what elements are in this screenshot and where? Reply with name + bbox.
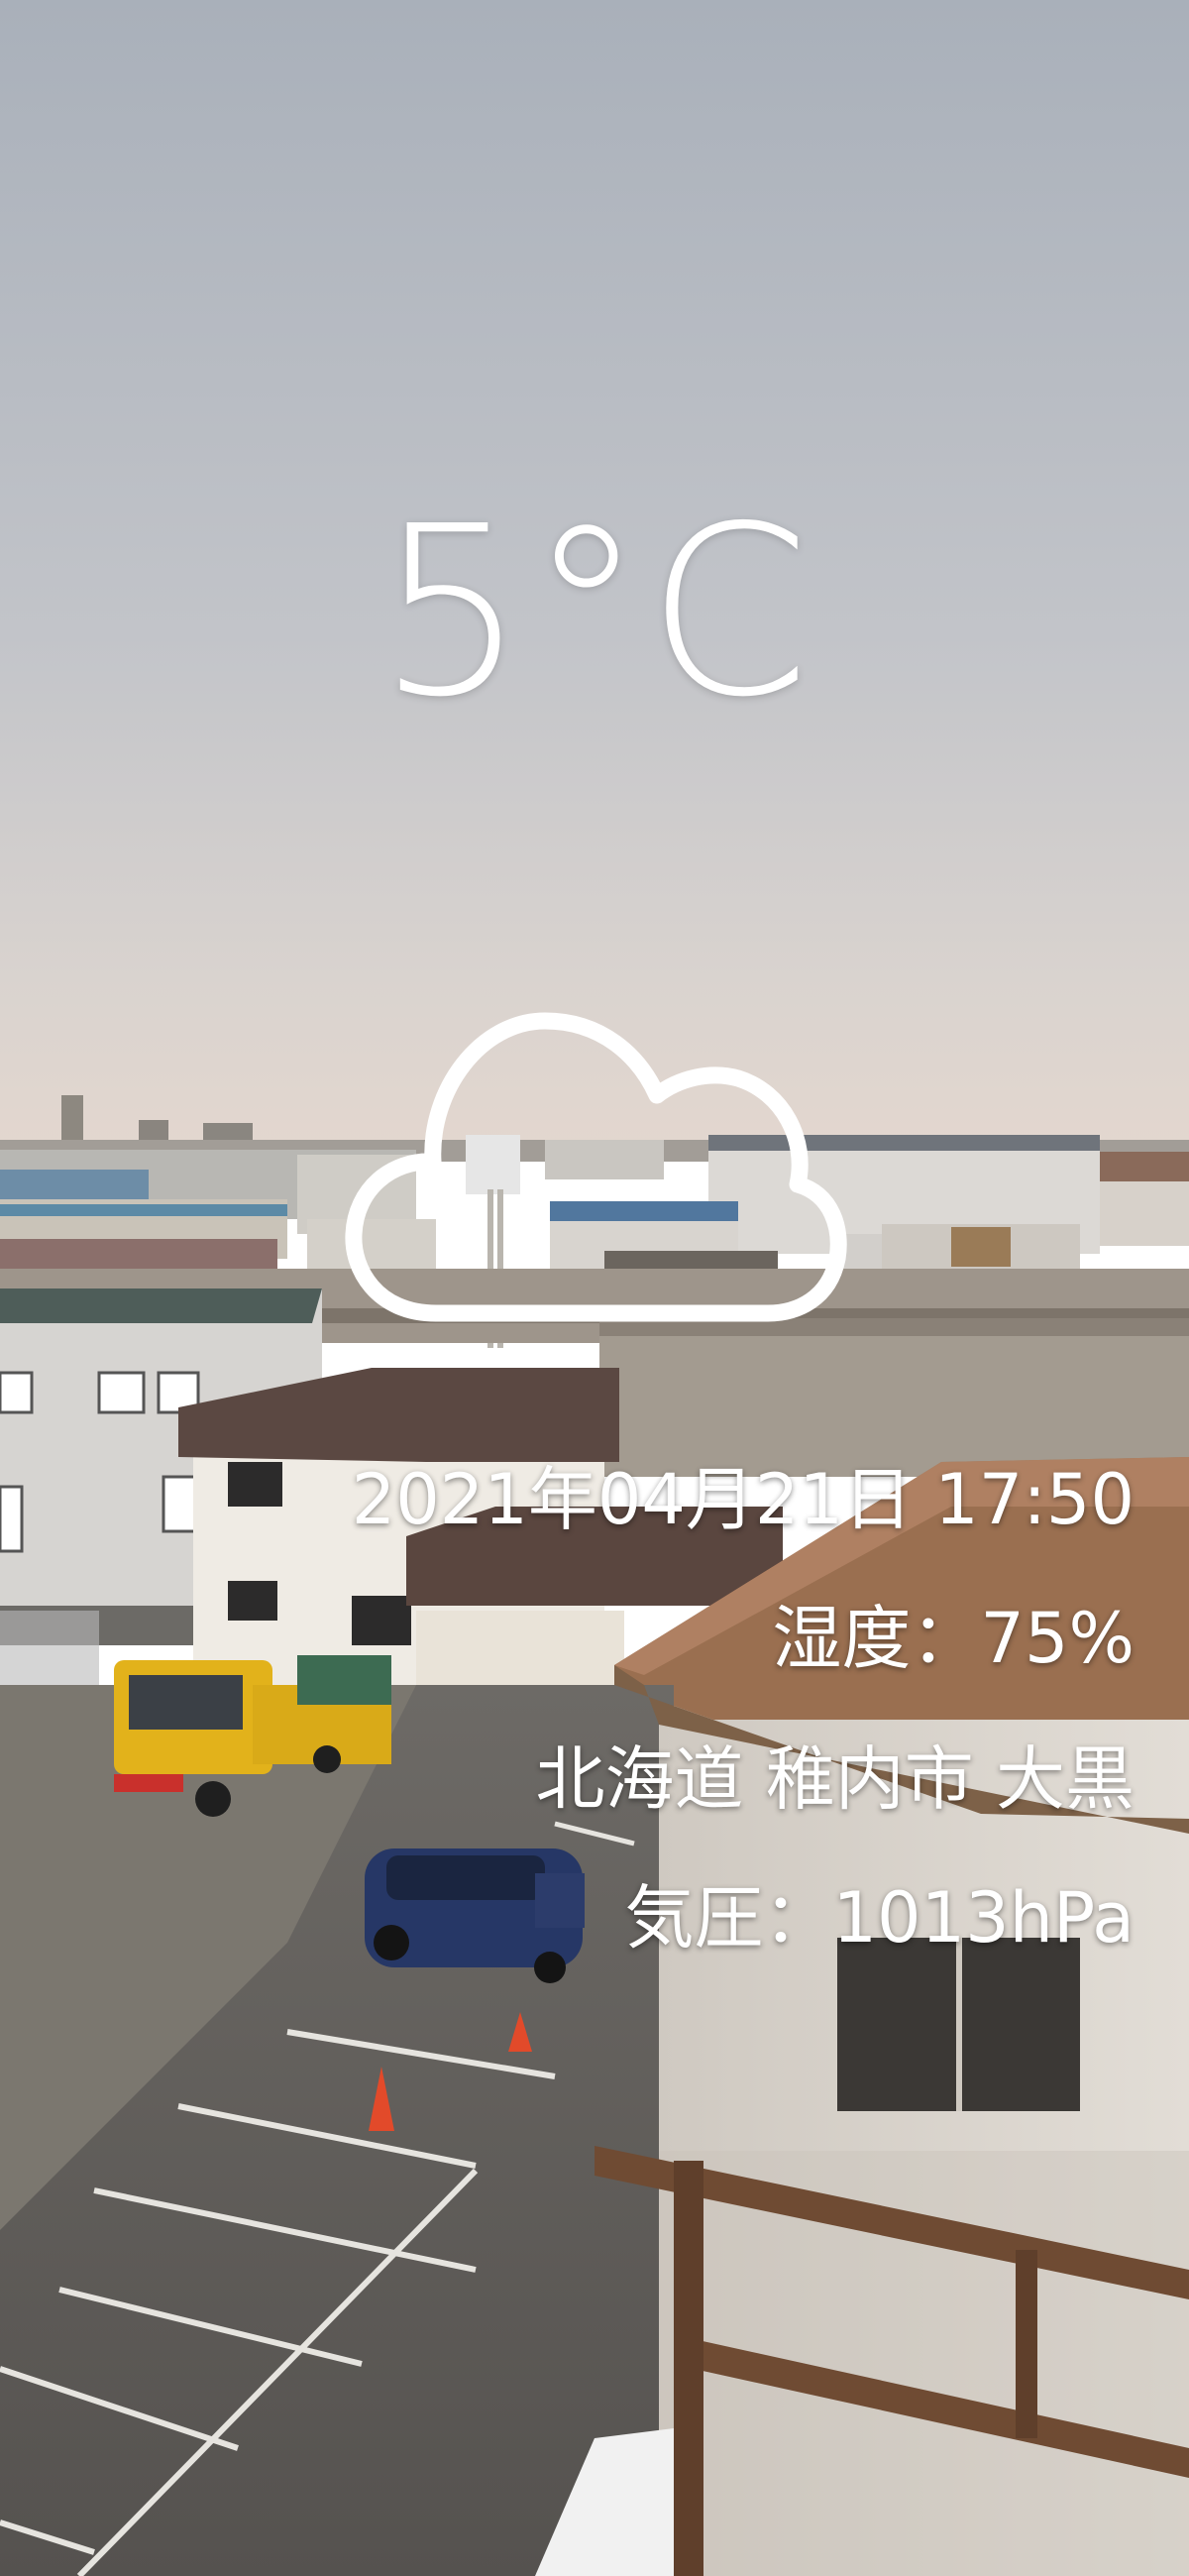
cloud-icon [345, 1012, 847, 1322]
humidity-text: 湿度：75% [772, 1598, 1135, 1679]
pressure-text: 気圧：1013hPa [624, 1877, 1135, 1959]
location-text: 北海道 稚内市 大黒 [535, 1738, 1135, 1820]
weather-overlay: 5°C 2021年04月21日 17:50 湿度：75% 北海道 稚内市 大黒 … [0, 0, 1189, 2576]
temperature-display: 5°C [377, 476, 812, 748]
datetime-text: 2021年04月21日 17:50 [351, 1459, 1135, 1540]
